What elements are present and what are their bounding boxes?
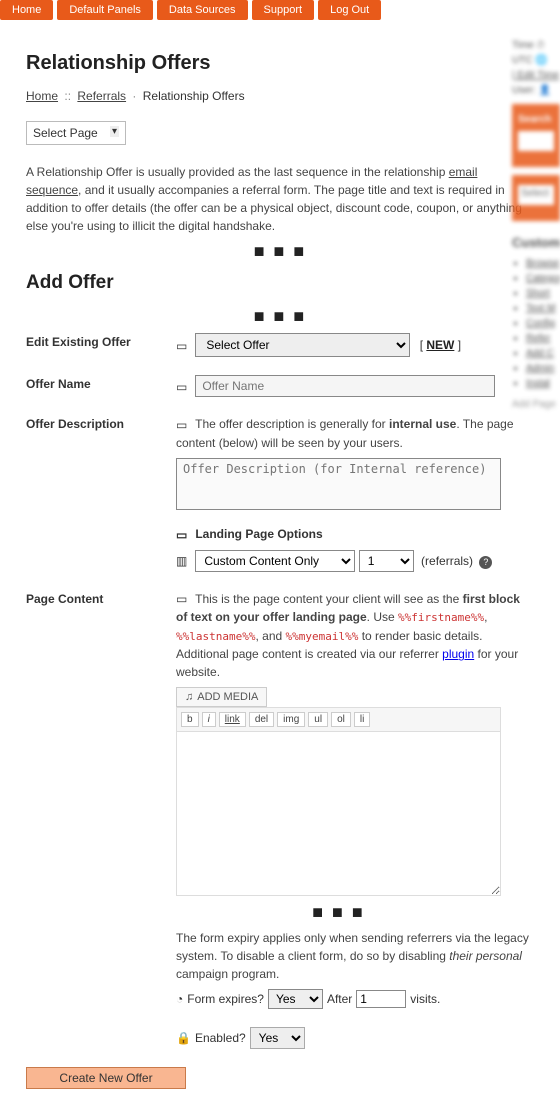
page-title: Relationship Offers	[26, 52, 534, 75]
nav-support[interactable]: Support	[252, 0, 315, 20]
ed-del[interactable]: del	[249, 712, 274, 727]
card-icon: ▥	[176, 554, 188, 568]
expiry-hint: The form expiry applies only when sendin…	[176, 929, 534, 983]
select-page-dropdown[interactable]: Select Page	[26, 121, 126, 145]
referrals-label: (referrals)	[421, 554, 473, 568]
sidebar-select[interactable]: Select	[518, 185, 554, 205]
ed-img[interactable]: img	[277, 712, 305, 727]
intro-text: A Relationship Offer is usually provided…	[26, 163, 534, 235]
ed-italic[interactable]: i	[202, 712, 216, 727]
ed-link[interactable]: link	[219, 712, 246, 727]
referral-count-select[interactable]: 1	[359, 550, 414, 572]
enabled-select[interactable]: Yes	[250, 1027, 305, 1049]
nav-data-sources[interactable]: Data Sources	[157, 0, 248, 20]
media-icon: ♫	[185, 691, 193, 703]
section-divider-icon: ■ ■ ■	[26, 235, 534, 268]
editor-toolbar: b i link del img ul ol li	[176, 707, 501, 731]
content-mode-select[interactable]: Custom Content Only	[195, 550, 355, 572]
help-icon[interactable]: ?	[479, 556, 492, 569]
offer-name-input[interactable]	[195, 375, 495, 397]
add-offer-heading: Add Offer	[26, 272, 534, 294]
search-input[interactable]	[518, 131, 554, 151]
lock-icon: 🔒	[176, 1031, 191, 1045]
label-page-content: Page Content	[26, 590, 176, 606]
section-divider-icon: ■ ■ ■	[26, 300, 534, 333]
label-offer-name: Offer Name	[26, 375, 176, 391]
note-icon: ▭	[176, 416, 188, 434]
page-content-hint: ▭ This is the page content your client w…	[176, 590, 534, 682]
enabled-row: 🔒 Enabled? Yes	[176, 1027, 534, 1049]
section-divider-icon: ■ ■ ■	[176, 896, 501, 929]
select-existing-offer[interactable]: Select Offer	[195, 333, 410, 357]
right-sidebar: Time ⏱ UTC 🌐 | Edit Time User: 👤 Search …	[512, 40, 560, 410]
clock-icon: ◔	[176, 992, 183, 1006]
offer-description-textarea[interactable]	[176, 458, 501, 510]
nav-default-panels[interactable]: Default Panels	[57, 0, 153, 20]
ed-ul[interactable]: ul	[308, 712, 328, 727]
ed-ol[interactable]: ol	[331, 712, 351, 727]
crumb-home[interactable]: Home	[26, 89, 58, 103]
nav-logout[interactable]: Log Out	[318, 0, 381, 20]
create-offer-button[interactable]: Create New Offer	[26, 1067, 186, 1089]
form-expires-select[interactable]: Yes	[268, 989, 323, 1009]
page-content-editor[interactable]	[176, 731, 501, 896]
visit-count-input[interactable]	[356, 990, 406, 1008]
new-offer-link-wrap: [ NEW ]	[420, 338, 461, 352]
form-expiry-row: ◔ Form expires? Yes After visits.	[176, 989, 534, 1009]
ed-li[interactable]: li	[354, 712, 370, 727]
window-icon: ▭	[176, 339, 188, 353]
plugin-link[interactable]: plugin	[442, 647, 474, 661]
desc-hint: ▭ The offer description is generally for…	[176, 415, 534, 452]
label-edit-existing: Edit Existing Offer	[26, 333, 176, 349]
window-icon: ▭	[176, 528, 188, 542]
add-media-button[interactable]: ♫ ADD MEDIA	[176, 687, 267, 707]
landing-options-heading: ▭ Landing Page Options	[176, 527, 534, 542]
ed-bold[interactable]: b	[181, 712, 199, 727]
nav-home[interactable]: Home	[0, 0, 53, 20]
new-offer-link[interactable]: NEW	[426, 338, 454, 352]
breadcrumb: Home :: Referrals · Relationship Offers	[26, 89, 534, 103]
label-offer-description: Offer Description	[26, 415, 176, 431]
crumb-current: Relationship Offers	[143, 89, 245, 103]
crumb-referrals[interactable]: Referrals	[77, 89, 126, 103]
window-icon: ▭	[176, 380, 188, 394]
window-icon: ▭	[176, 590, 188, 608]
top-nav: Home Default Panels Data Sources Support…	[0, 0, 560, 24]
